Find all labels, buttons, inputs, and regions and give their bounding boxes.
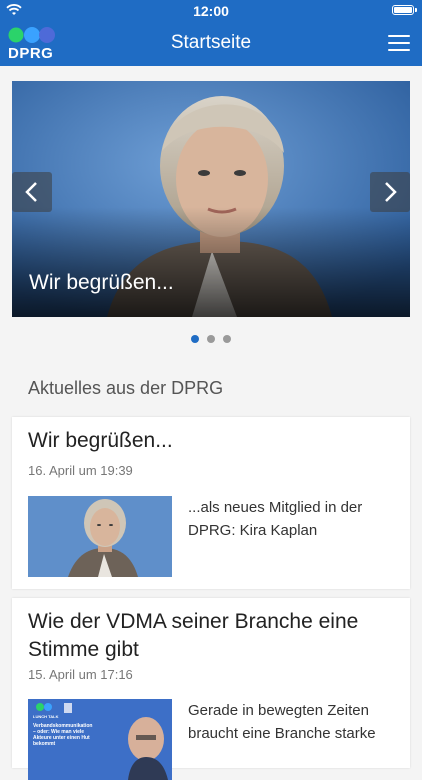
thumbnail-text: Verbandskommunikation – oder: Wie man vi… bbox=[33, 723, 93, 747]
menu-button[interactable] bbox=[388, 34, 410, 52]
hero-caption[interactable]: Wir begrüßen... bbox=[29, 271, 174, 295]
news-date: 15. April um 17:16 bbox=[28, 667, 133, 682]
news-thumbnail[interactable]: LUNCH TALK Verbandskommunikation – oder:… bbox=[28, 699, 172, 780]
news-title[interactable]: Wir begrüßen... bbox=[28, 427, 173, 455]
chevron-left-icon bbox=[25, 182, 37, 202]
status-time: 12:00 bbox=[193, 3, 229, 19]
news-excerpt: Gerade in bewegten Zeiten braucht eine B… bbox=[188, 702, 376, 742]
hero-slider[interactable]: Wir begrüßen... bbox=[12, 81, 410, 317]
slider-dot[interactable] bbox=[223, 335, 231, 343]
news-card[interactable]: Wie der VDMA seiner Branche eine Stimme … bbox=[12, 598, 410, 780]
slider-dot[interactable] bbox=[191, 335, 199, 343]
battery-icon bbox=[392, 5, 417, 15]
news-card[interactable]: Wir begrüßen... 16. April um 19:39 ...al… bbox=[12, 417, 410, 589]
news-date: 16. April um 19:39 bbox=[28, 463, 133, 478]
status-bar: 12:00 bbox=[0, 0, 422, 22]
news-thumbnail[interactable] bbox=[28, 496, 172, 577]
app-header: 12:00 DPRG Startseite bbox=[0, 0, 422, 66]
page-title: Startseite bbox=[170, 32, 252, 53]
slider-pagination bbox=[0, 335, 422, 343]
slider-next-button[interactable] bbox=[370, 172, 410, 212]
slider-dot[interactable] bbox=[207, 335, 215, 343]
hamburger-icon bbox=[388, 35, 410, 37]
chevron-right-icon bbox=[385, 182, 397, 202]
news-excerpt: ...als neues Mitglied in der DPRG: Kira … bbox=[188, 499, 363, 539]
slider-prev-button[interactable] bbox=[12, 172, 52, 212]
thumbnail-badge: LUNCH TALK bbox=[33, 714, 59, 719]
news-title[interactable]: Wie der VDMA seiner Branche eine Stimme … bbox=[28, 608, 388, 664]
section-title: Aktuelles aus der DPRG bbox=[28, 378, 224, 398]
